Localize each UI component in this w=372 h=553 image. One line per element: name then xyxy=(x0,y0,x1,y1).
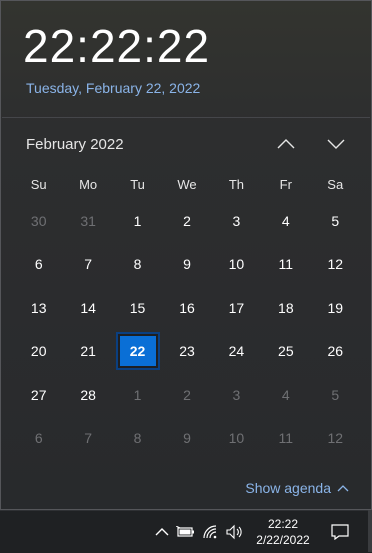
next-month-button[interactable] xyxy=(318,129,354,159)
calendar-day[interactable]: 1 xyxy=(113,199,162,243)
calendar-day[interactable]: 28 xyxy=(63,373,112,417)
calendar-day[interactable]: 4 xyxy=(261,373,310,417)
calendar-grid: Su Mo Tu We Th Fr Sa 30 31 1 2 3 4 5 6 7 8 9 10 11 12 13 14 15… xyxy=(14,169,360,460)
calendar-day[interactable]: 27 xyxy=(14,373,63,417)
calendar-week-row: 27 28 1 2 3 4 5 xyxy=(14,373,360,417)
calendar-day[interactable]: 24 xyxy=(212,330,261,374)
calendar-day[interactable]: 9 xyxy=(162,417,211,461)
taskbar: 22:22 2/22/2022 xyxy=(0,510,372,553)
calendar-day[interactable]: 12 xyxy=(311,243,360,287)
calendar-day[interactable]: 31 xyxy=(63,199,112,243)
taskbar-date: 2/22/2022 xyxy=(256,533,310,547)
today-highlight: 22 xyxy=(115,332,160,371)
weekday-label: We xyxy=(177,176,197,192)
weekday-label: Su xyxy=(30,176,47,192)
calendar-day[interactable]: 7 xyxy=(63,243,112,287)
taskbar-clock[interactable]: 22:22 2/22/2022 xyxy=(248,516,318,548)
calendar-day[interactable]: 8 xyxy=(113,417,162,461)
calendar-day[interactable]: 7 xyxy=(63,417,112,461)
calendar-day[interactable]: 12 xyxy=(311,417,360,461)
clock-time: 22:22:22 xyxy=(23,20,211,72)
calendar-day[interactable]: 2 xyxy=(162,373,211,417)
calendar-day[interactable]: 16 xyxy=(162,286,211,330)
calendar-day[interactable]: 25 xyxy=(261,330,310,374)
show-agenda-button[interactable]: Show agenda xyxy=(245,480,349,496)
chevron-up-icon[interactable] xyxy=(152,522,172,542)
calendar-day[interactable]: 21 xyxy=(63,330,112,374)
weekday-label: Sa xyxy=(327,176,344,192)
calendar-day[interactable]: 30 xyxy=(14,199,63,243)
calendar-day[interactable]: 13 xyxy=(14,286,63,330)
weekday-label: Mo xyxy=(79,176,98,192)
calendar-day[interactable]: 10 xyxy=(212,243,261,287)
calendar-day[interactable]: 6 xyxy=(14,417,63,461)
chevron-down-icon xyxy=(327,139,345,149)
calendar-day[interactable]: 11 xyxy=(261,417,310,461)
calendar-day[interactable]: 5 xyxy=(311,373,360,417)
calendar-day[interactable]: 23 xyxy=(162,330,211,374)
calendar-day[interactable]: 2 xyxy=(162,199,211,243)
wifi-icon[interactable] xyxy=(201,522,221,542)
calendar-day[interactable]: 9 xyxy=(162,243,211,287)
chevron-up-icon xyxy=(337,484,349,491)
weekday-label: Fr xyxy=(279,176,292,192)
chevron-up-icon xyxy=(277,139,295,149)
calendar-day[interactable]: 1 xyxy=(113,373,162,417)
notification-icon[interactable] xyxy=(322,517,358,547)
date-link[interactable]: Tuesday, February 22, 2022 xyxy=(26,80,200,96)
calendar-day[interactable]: 19 xyxy=(311,286,360,330)
month-label[interactable]: February 2022 xyxy=(26,136,124,153)
calendar-day[interactable]: 18 xyxy=(261,286,310,330)
weekday-label: Tu xyxy=(130,176,145,192)
calendar-flyout: 22:22:22 Tuesday, February 22, 2022 Febr… xyxy=(0,0,372,510)
volume-icon[interactable] xyxy=(225,522,245,542)
calendar-week-row: 13 14 15 16 17 18 19 xyxy=(14,286,360,330)
calendar-week-row: 6 7 8 9 10 11 12 xyxy=(14,243,360,287)
calendar-day-today[interactable]: 22 xyxy=(113,330,162,374)
calendar-day[interactable]: 14 xyxy=(63,286,112,330)
calendar-day[interactable]: 8 xyxy=(113,243,162,287)
taskbar-time: 22:22 xyxy=(267,517,299,531)
calendar-day[interactable]: 4 xyxy=(261,199,310,243)
divider xyxy=(2,117,370,118)
show-agenda-label: Show agenda xyxy=(245,480,331,496)
calendar-week-row: 30 31 1 2 3 4 5 xyxy=(14,199,360,243)
calendar-day[interactable]: 10 xyxy=(212,417,261,461)
calendar-day[interactable]: 3 xyxy=(212,199,261,243)
calendar-day[interactable]: 20 xyxy=(14,330,63,374)
calendar-day[interactable]: 6 xyxy=(14,243,63,287)
previous-month-button[interactable] xyxy=(268,129,304,159)
calendar-week-row: 20 21 22 23 24 25 26 xyxy=(14,330,360,374)
calendar-day[interactable]: 5 xyxy=(311,199,360,243)
calendar-day[interactable]: 15 xyxy=(113,286,162,330)
calendar-day[interactable]: 17 xyxy=(212,286,261,330)
calendar-day[interactable]: 11 xyxy=(261,243,310,287)
calendar-day[interactable]: 26 xyxy=(311,330,360,374)
battery-icon[interactable] xyxy=(176,522,196,542)
weekday-label: Th xyxy=(228,176,244,192)
show-desktop-edge[interactable] xyxy=(368,510,372,552)
weekday-header: Su Mo Tu We Th Fr Sa xyxy=(14,169,360,199)
calendar-day[interactable]: 3 xyxy=(212,373,261,417)
calendar-week-row: 6 7 8 9 10 11 12 xyxy=(14,417,360,461)
